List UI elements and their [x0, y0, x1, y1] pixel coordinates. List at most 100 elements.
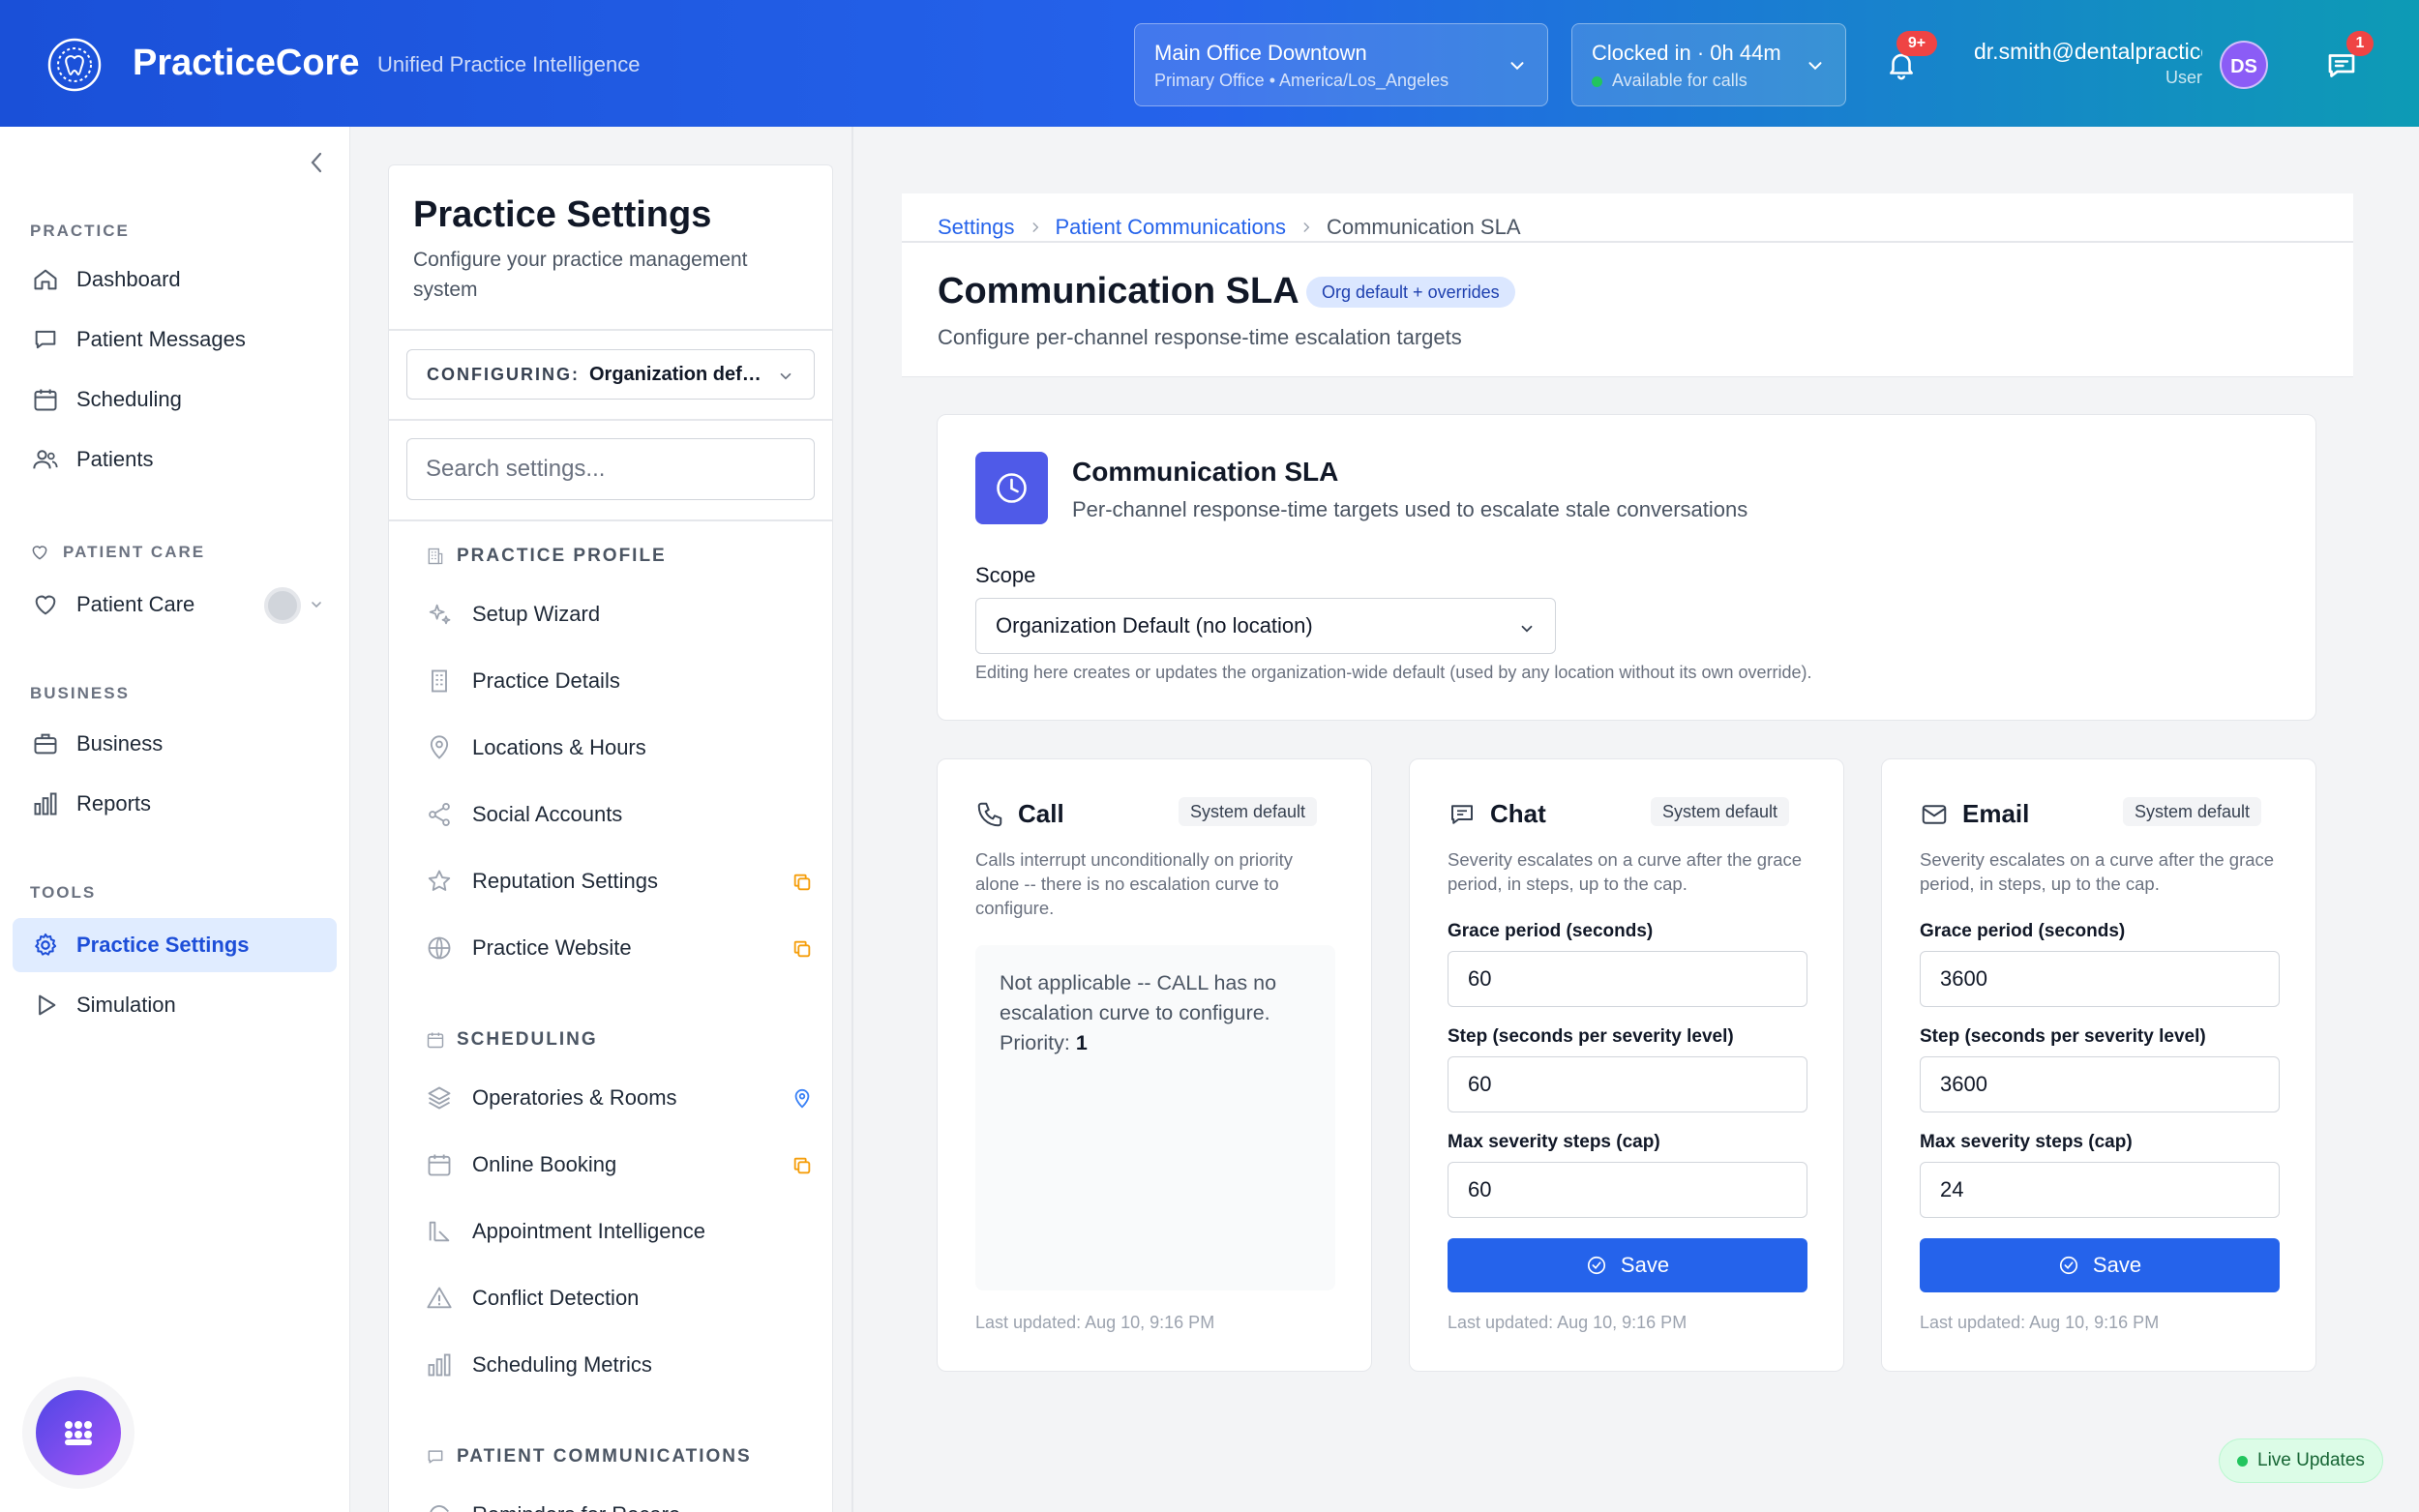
avatar[interactable]: DS: [2220, 41, 2268, 89]
brand-name[interactable]: PracticeCore: [133, 43, 359, 84]
chat-save-button[interactable]: Save: [1448, 1238, 1807, 1292]
email-grace-period-input[interactable]: [1920, 951, 2280, 1007]
scope-label: Scope: [975, 563, 1036, 587]
sidebar-item-label: Practice Settings: [76, 933, 250, 957]
app-launcher-button[interactable]: [36, 1390, 121, 1475]
settings-item-reminders-for-recare[interactable]: Reminders for Recare: [426, 1494, 813, 1512]
sidebar-item-business[interactable]: Business: [13, 717, 337, 771]
settings-item-social-accounts[interactable]: Social Accounts: [426, 793, 813, 836]
status-dot-icon: [1592, 75, 1602, 87]
grace-period-label: Grace period (seconds): [1920, 921, 2126, 941]
not-applicable-panel: Not applicable -- CALL has no escalation…: [975, 945, 1335, 1290]
last-updated: Last updated: Aug 10, 9:16 PM: [975, 1313, 1215, 1332]
settings-item-online-booking[interactable]: Online Booking: [426, 1143, 813, 1186]
settings-item-locations-hours[interactable]: Locations & Hours: [426, 726, 813, 769]
settings-item-label: Conflict Detection: [472, 1286, 640, 1310]
sidebar-item-label: Patient Care: [76, 592, 195, 616]
map-pin-icon: [794, 1088, 810, 1109]
share-icon: [429, 802, 450, 827]
top-header: PracticeCore Unified Practice Intelligen…: [0, 0, 2419, 127]
bar-chart-icon: [34, 792, 57, 815]
sidebar-section-patient-care: PATIENT CARE: [30, 543, 205, 562]
layers-icon: [428, 1086, 451, 1110]
settings-item-label: Social Accounts: [472, 802, 623, 826]
settings-item-setup-wizard[interactable]: Setup Wizard: [426, 593, 813, 636]
group-label: PRACTICE PROFILE: [457, 546, 667, 566]
configuring-label: CONFIGURING:: [427, 364, 580, 384]
chevron-down-icon[interactable]: [309, 597, 324, 612]
sidebar-item-reports[interactable]: Reports: [13, 777, 337, 831]
clock-status-selector[interactable]: Clocked in · 0h 44m Available for calls: [1571, 23, 1846, 106]
divider: [389, 329, 832, 331]
section-label: PATIENT CARE: [63, 543, 206, 561]
search-settings-input[interactable]: [406, 438, 815, 500]
email-max-steps-input[interactable]: [1920, 1162, 2280, 1218]
chevron-right-icon: [1303, 222, 1310, 232]
step-label: Step (seconds per severity level): [1920, 1026, 2206, 1047]
chat-step-input[interactable]: [1448, 1056, 1807, 1112]
sidebar-section-business: BUSINESS: [30, 684, 130, 702]
email-save-button[interactable]: Save: [1920, 1238, 2280, 1292]
settings-item-appointment-intelligence[interactable]: Appointment Intelligence: [426, 1210, 813, 1253]
sidebar-section-tools: TOOLS: [30, 883, 97, 902]
chevron-down-icon: [1510, 62, 1524, 71]
sidebar-item-patient-care[interactable]: Patient Care: [13, 578, 337, 632]
chat-grace-period-input[interactable]: [1448, 951, 1807, 1007]
logo-icon[interactable]: [46, 37, 103, 93]
chat-max-steps-input[interactable]: [1448, 1162, 1807, 1218]
sparkles-icon: [429, 604, 451, 625]
configuring-selector[interactable]: CONFIGURING: Organization default: [406, 349, 815, 400]
sidebar-item-practice-settings[interactable]: Practice Settings: [13, 918, 337, 972]
email-step-input[interactable]: [1920, 1056, 2280, 1112]
copy-icon: [793, 1157, 811, 1174]
sidebar-item-scheduling[interactable]: Scheduling: [13, 372, 337, 427]
live-updates-indicator[interactable]: Live Updates: [2219, 1438, 2383, 1483]
loading-spinner-icon: [264, 587, 301, 624]
settings-item-practice-details[interactable]: Practice Details: [426, 660, 813, 702]
settings-item-label: Setup Wizard: [472, 602, 601, 626]
sla-card-title: Communication SLA: [1072, 457, 1339, 487]
collapse-sidebar-icon[interactable]: [306, 148, 327, 177]
settings-item-scheduling-metrics[interactable]: Scheduling Metrics: [426, 1344, 813, 1386]
breadcrumb-settings[interactable]: Settings: [938, 215, 1015, 240]
map-pin-icon: [430, 735, 449, 759]
sidebar-item-simulation[interactable]: Simulation: [13, 978, 337, 1032]
refresh-icon: [430, 1505, 449, 1512]
channel-description: Severity escalates on a curve after the …: [1448, 849, 1803, 894]
settings-item-reputation-settings[interactable]: Reputation Settings: [426, 860, 813, 903]
location-selector[interactable]: Main Office Downtown Primary Office • Am…: [1134, 23, 1548, 106]
sla-card-subtitle: Per-channel response-time targets used t…: [1072, 497, 1748, 521]
sidebar-item-label: Simulation: [76, 993, 176, 1017]
main-divider: [851, 127, 853, 1512]
settings-item-operatories-rooms[interactable]: Operatories & Rooms: [426, 1077, 813, 1119]
user-email[interactable]: dr.smith@dentalpractice.com: [1974, 39, 2202, 65]
settings-item-practice-website[interactable]: Practice Website: [426, 927, 813, 969]
calendar-icon: [428, 1154, 451, 1176]
save-label: Save: [2092, 1253, 2142, 1277]
sidebar-item-patient-messages[interactable]: Patient Messages: [13, 312, 337, 367]
sidebar-item-label: Patients: [76, 447, 154, 471]
availability-status: Available for calls: [1612, 71, 1747, 90]
scope-select[interactable]: Organization Default (no location): [975, 598, 1556, 654]
priority-label: Priority:: [1000, 1031, 1070, 1054]
sidebar-item-patients[interactable]: Patients: [13, 432, 337, 487]
divider: [389, 419, 832, 421]
scope-badge: Org default + overrides: [1306, 277, 1515, 308]
building-icon: [432, 669, 447, 693]
breadcrumb-current: Communication SLA: [1326, 215, 1521, 239]
chevron-down-icon: [1521, 625, 1533, 633]
warning-icon: [427, 1287, 452, 1309]
star-icon: [428, 870, 451, 891]
sidebar-item-dashboard[interactable]: Dashboard: [13, 252, 337, 307]
breadcrumb-patient-communications[interactable]: Patient Communications: [1056, 215, 1286, 240]
grace-period-label: Grace period (seconds): [1448, 921, 1654, 941]
max-steps-label: Max severity steps (cap): [1448, 1132, 1660, 1152]
channel-name: Chat: [1490, 799, 1546, 828]
check-circle-icon: [2059, 1256, 2077, 1275]
globe-icon: [428, 936, 451, 960]
divider: [389, 519, 832, 521]
settings-item-label: Practice Details: [472, 668, 620, 693]
settings-item-conflict-detection[interactable]: Conflict Detection: [426, 1277, 813, 1319]
phone-icon: [977, 802, 1002, 826]
user-role: User: [2165, 68, 2202, 87]
